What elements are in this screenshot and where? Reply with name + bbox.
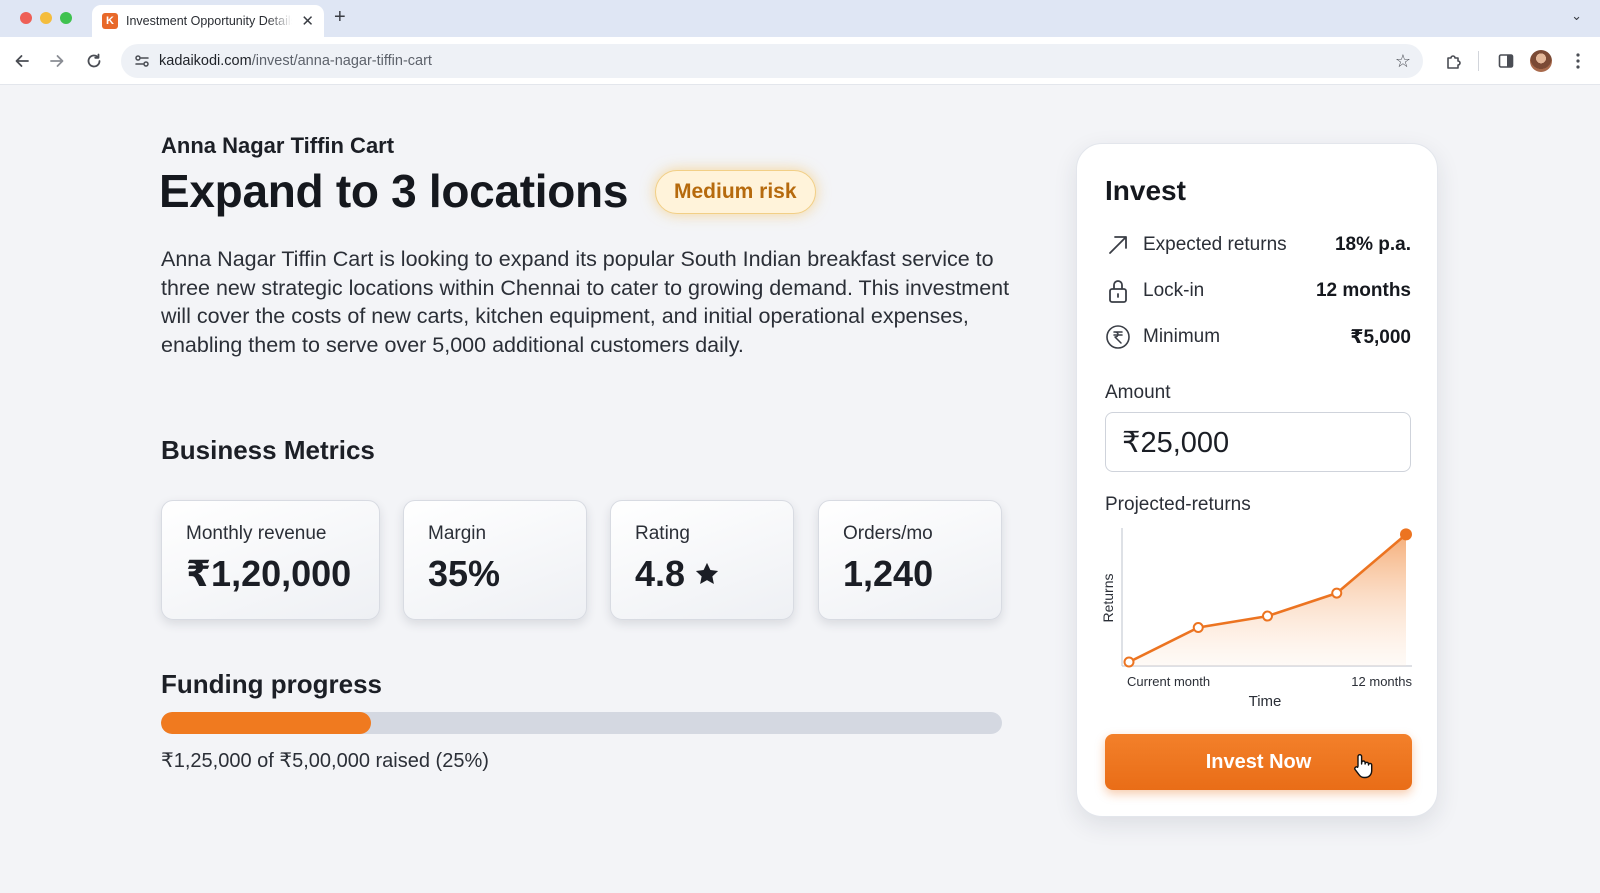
star-icon — [695, 562, 719, 585]
x-tick-label-end: 12 months — [1351, 674, 1412, 689]
metric-value-text: 35% — [428, 553, 501, 594]
browser-tab-bar: K Investment Opportunity Details ✕ + ⌄ — [0, 0, 1600, 37]
tab-search-chevron-icon[interactable]: ⌄ — [1571, 8, 1582, 24]
invest-card: Invest Expected returns 18% p.a. Lock-in… — [1076, 143, 1438, 817]
funding-progress-fill — [161, 712, 372, 734]
minimize-window-button[interactable] — [40, 12, 52, 24]
metric-card-orders: Orders/mo 1,240 — [818, 500, 1002, 620]
row-value: 18% p.a. — [1334, 234, 1411, 255]
expected-returns-row: Expected returns 18% p.a. — [1105, 230, 1411, 260]
back-button[interactable] — [10, 49, 34, 73]
row-value: 12 months — [1315, 280, 1411, 301]
metric-value: 35% — [428, 553, 586, 595]
close-tab-icon[interactable]: ✕ — [301, 12, 314, 30]
returns-point-1 — [1192, 622, 1204, 634]
site-favicon-icon: K — [102, 13, 118, 29]
tab-title: Investment Opportunity Details — [126, 14, 292, 28]
metric-card-rating: Rating 4.8 — [610, 500, 794, 620]
funding-section-title: Funding progress — [161, 669, 382, 699]
funding-progress-bar — [161, 712, 1002, 734]
browser-toolbar: kadaikodi.com/invest/anna-nagar-tiffin-c… — [0, 37, 1600, 85]
metric-value-text: 1,240 — [843, 553, 934, 594]
trend-arrow-icon — [1105, 232, 1131, 258]
metric-value: ₹1,20,000 — [186, 553, 379, 595]
returns-area — [1129, 534, 1406, 666]
back-arrow-icon — [15, 55, 29, 67]
address-bar[interactable]: kadaikodi.com/invest/anna-nagar-tiffin-c… — [121, 44, 1423, 78]
metrics-section-title: Business Metrics — [161, 435, 375, 465]
y-axis-label: Returns — [1100, 573, 1116, 622]
metric-card-monthly-revenue: Monthly revenue ₹1,20,000 — [161, 500, 380, 620]
row-value: ₹5,000 — [1350, 326, 1411, 348]
metric-label: Rating — [635, 523, 690, 544]
forward-button[interactable] — [45, 49, 69, 73]
new-tab-button[interactable]: + — [334, 6, 346, 29]
metric-label: Orders/mo — [843, 523, 933, 544]
browser-menu-icon[interactable] — [1566, 49, 1590, 73]
invest-card-title: Invest — [1105, 175, 1186, 206]
profile-avatar[interactable] — [1530, 50, 1552, 72]
returns-point-0 — [1123, 656, 1135, 668]
url-path: /invest/anna-nagar-tiffin-cart — [251, 53, 432, 69]
close-window-button[interactable] — [20, 12, 32, 24]
amount-label: Amount — [1105, 382, 1171, 403]
page-title: Expand to 3 locations — [159, 165, 629, 217]
metric-value-text: 4.8 — [635, 553, 686, 594]
business-name: Anna Nagar Tiffin Cart — [161, 133, 395, 158]
rupee-icon — [1105, 324, 1131, 350]
x-axis-label: Time — [1249, 693, 1282, 706]
side-panel-icon[interactable] — [1494, 49, 1518, 73]
amount-input[interactable] — [1105, 412, 1411, 472]
lock-icon — [1105, 278, 1131, 304]
metric-value: 4.8 — [635, 553, 793, 595]
returns-point-3 — [1331, 587, 1343, 599]
metric-card-margin: Margin 35% — [403, 500, 587, 620]
active-tab[interactable]: K Investment Opportunity Details ✕ — [92, 5, 324, 37]
returns-point-4 — [1400, 528, 1412, 541]
returns-point-2 — [1262, 610, 1273, 622]
row-label: Minimum — [1143, 326, 1221, 347]
metric-value-text: ₹1,20,000 — [186, 553, 352, 594]
metric-label: Monthly revenue — [186, 523, 327, 544]
row-label: Expected returns — [1143, 234, 1287, 255]
risk-badge: Medium risk — [655, 170, 816, 214]
minimum-row: Minimum ₹5,000 — [1105, 322, 1411, 352]
site-settings-icon[interactable] — [133, 52, 151, 70]
metric-value: 1,240 — [843, 553, 1001, 595]
x-tick-label-start: Current month — [1127, 674, 1210, 689]
funding-progress-text: ₹1,25,000 of ₹5,00,000 raised (25%) — [161, 750, 489, 772]
extensions-puzzle-icon[interactable] — [1442, 49, 1466, 73]
toolbar-divider — [1478, 51, 1479, 71]
forward-arrow-icon — [50, 55, 64, 67]
window-controls — [20, 12, 72, 24]
projected-returns-chart: Current month 12 months Time Returns — [1100, 528, 1412, 706]
hand-pointer-cursor-icon — [1354, 754, 1373, 779]
row-label: Lock-in — [1143, 280, 1205, 301]
lock-in-row: Lock-in 12 months — [1105, 276, 1411, 306]
opportunity-description: Anna Nagar Tiffin Cart is looking to exp… — [161, 247, 1010, 357]
reload-icon — [87, 53, 101, 68]
url-host: kadaikodi.com — [159, 53, 252, 69]
bookmark-star-icon[interactable]: ☆ — [1395, 51, 1411, 72]
maximize-window-button[interactable] — [60, 12, 72, 24]
projected-returns-label: Projected-returns — [1105, 494, 1251, 515]
metric-label: Margin — [428, 523, 487, 544]
reload-button[interactable] — [82, 49, 106, 73]
